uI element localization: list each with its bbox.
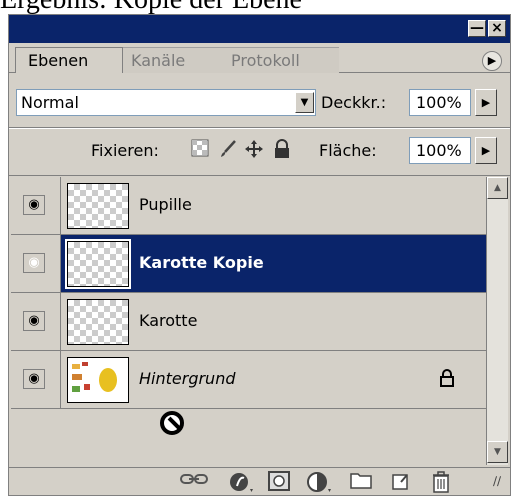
layer-name: Hintergrund [139, 369, 236, 388]
layer-row-pupille[interactable]: ◉ Pupille [11, 177, 486, 235]
opacity-input[interactable]: 100% [409, 89, 471, 116]
scroll-up-icon[interactable]: ▲ [487, 177, 508, 199]
link-icon[interactable] [179, 471, 209, 491]
move-lock-icon[interactable] [243, 139, 265, 161]
tab-ebenen[interactable]: Ebenen [15, 47, 123, 73]
layer-style-icon[interactable] [227, 471, 255, 492]
new-layer-icon[interactable] [389, 471, 413, 491]
opacity-label: Deckkr.: [321, 93, 387, 112]
layer-lock-icon [439, 369, 455, 391]
eye-icon[interactable]: ◉ [23, 369, 45, 389]
tab-kanaele[interactable]: Kanäle [119, 47, 219, 73]
layer-row-karotte-kopie[interactable]: ◉ Karotte Kopie [11, 235, 486, 293]
lock-label: Fixieren: [91, 141, 159, 160]
eye-icon[interactable]: ◉ [23, 311, 45, 331]
eye-icon[interactable]: ◉ [23, 195, 45, 215]
trash-icon[interactable] [429, 471, 453, 493]
transparency-lock-icon[interactable] [189, 139, 211, 161]
opacity-arrow-icon[interactable]: ▶ [475, 89, 497, 116]
layer-name: Karotte Kopie [139, 253, 264, 272]
layer-scrollbar[interactable]: ▲ ▼ [486, 177, 508, 465]
chevron-down-icon[interactable]: ▼ [295, 92, 314, 113]
tab-protokoll[interactable]: Protokoll [219, 47, 339, 73]
not-allowed-cursor-icon [160, 411, 184, 435]
panel-menu-icon[interactable]: ▶ [482, 51, 502, 71]
layer-thumbnail [67, 183, 129, 229]
mask-icon[interactable] [267, 471, 291, 491]
scroll-down-icon[interactable]: ▼ [487, 441, 508, 463]
blend-mode-value: Normal [21, 93, 79, 112]
blend-mode-select[interactable]: Normal ▼ [16, 89, 316, 116]
layer-thumbnail [67, 299, 129, 345]
close-button[interactable]: × [488, 20, 506, 37]
layer-row-hintergrund[interactable]: ◉ Hintergrund [11, 351, 486, 409]
resize-grip-icon[interactable]: ∕∕ [487, 471, 507, 491]
layer-name: Pupille [139, 195, 192, 214]
eye-icon[interactable]: ◉ [23, 253, 45, 273]
folder-icon[interactable] [349, 471, 373, 491]
layers-panel: — × Ebenen Kanäle Protokoll ▶ Normal ▼ D… [8, 14, 511, 496]
fill-arrow-icon[interactable]: ▶ [475, 137, 497, 164]
fill-input[interactable]: 100% [409, 137, 471, 164]
brush-lock-icon[interactable] [217, 139, 239, 161]
panel-titlebar: — × [9, 15, 510, 43]
layer-name: Karotte [139, 311, 198, 330]
bottom-toolbar: ∕∕ [9, 467, 510, 495]
fill-label: Fläche: [319, 141, 377, 160]
layer-row-karotte[interactable]: ◉ Karotte [11, 293, 486, 351]
layer-thumbnail [65, 239, 131, 289]
adjustment-layer-icon[interactable] [305, 471, 333, 492]
layer-thumbnail [67, 357, 129, 403]
minimize-button[interactable]: — [468, 20, 486, 37]
padlock-icon[interactable] [271, 139, 293, 161]
layer-list: ◉ Pupille ◉ Karotte Kopie ◉ Karotte ◉ Hi… [11, 177, 486, 465]
